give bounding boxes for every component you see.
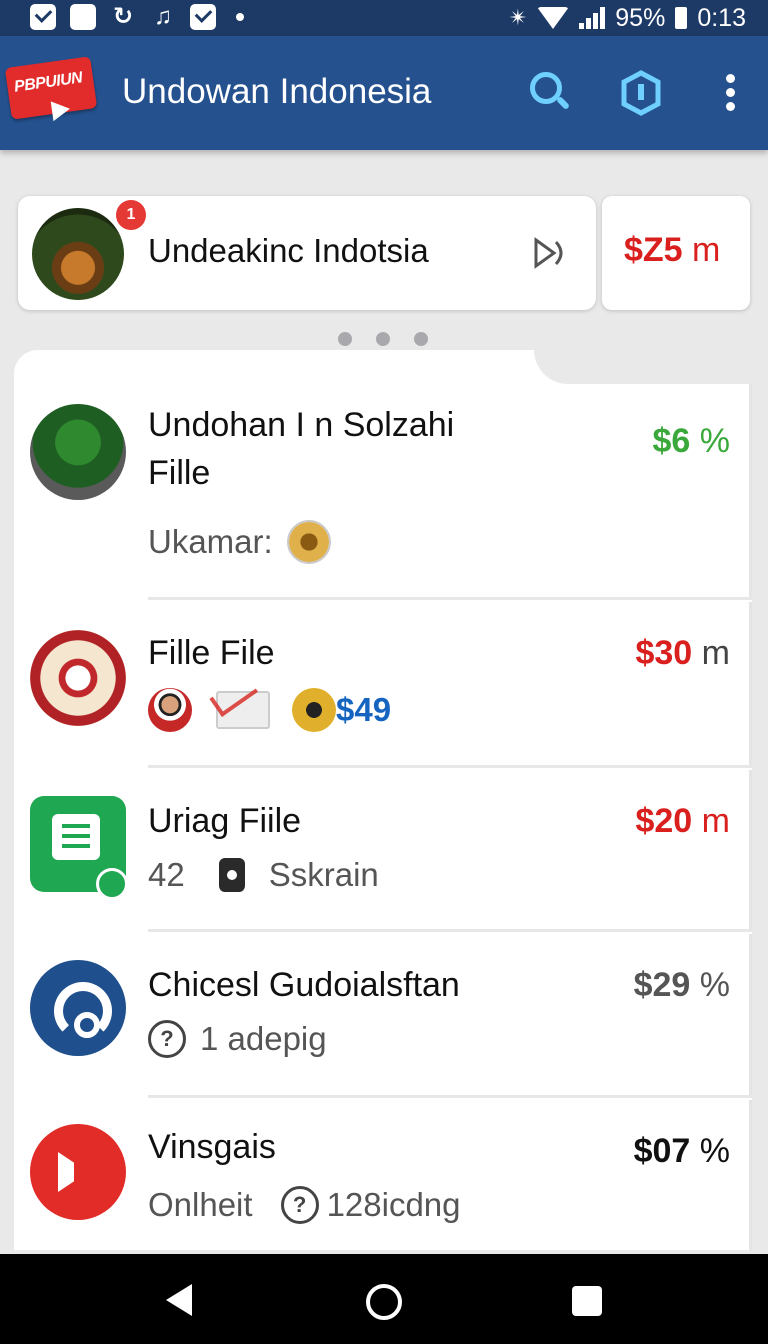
- navigation-bar: [0, 1254, 768, 1344]
- notification-badge: 1: [114, 198, 148, 232]
- list-item[interactable]: Fille File $49 $30 m: [14, 602, 752, 768]
- music-icon: ♫: [154, 3, 172, 30]
- bluetooth-icon: ✴: [508, 5, 528, 30]
- item-name: Undohan I n Solzahi: [148, 406, 455, 444]
- help-icon: ?: [280, 1186, 319, 1224]
- recents-icon[interactable]: [572, 1286, 602, 1316]
- item-subtitle-text: 1 adepig: [200, 1020, 327, 1057]
- app-title: Undowan Indonesia: [122, 72, 432, 111]
- shield-button[interactable]: [616, 66, 666, 120]
- palm-avatar: [30, 404, 126, 500]
- mail-icon: [216, 691, 270, 729]
- item-subtitle-text: Sskrain: [268, 856, 379, 893]
- crest-icon: [286, 520, 331, 564]
- item-subtitle-text: Ukamar:: [148, 523, 273, 560]
- help-icon: ?: [148, 1020, 186, 1058]
- person-icon: [148, 688, 192, 732]
- wifi-icon: [537, 7, 570, 29]
- status-bar: ↻ ♫ ✴ 95% 0:13: [0, 0, 768, 36]
- item-subtitle-prefix: Onlheit: [148, 1186, 253, 1223]
- pager-dot: [338, 332, 352, 346]
- item-amount: $07 %: [633, 1132, 730, 1170]
- featured-amount-card[interactable]: $Z5 m: [602, 196, 750, 310]
- item-amount: $29 %: [633, 966, 730, 1004]
- system-status: ✴ 95% 0:13: [509, 0, 746, 36]
- window-notification-icon: [70, 4, 96, 30]
- home-icon[interactable]: [366, 1284, 402, 1320]
- item-name: Uriag Fiile: [148, 802, 302, 840]
- verified-check-icon: [96, 868, 128, 900]
- featured-amount: $Z5 m: [624, 231, 721, 269]
- crest-icon: [292, 688, 336, 732]
- back-icon[interactable]: [166, 1284, 192, 1316]
- clock: 0:13: [697, 3, 746, 32]
- seal-avatar: [30, 630, 126, 726]
- carousel-pager: [338, 332, 428, 346]
- skip-icon[interactable]: [532, 236, 568, 270]
- item-subtitle: Ukamar:: [148, 520, 331, 564]
- featured-card[interactable]: 1 Undeakinc Indotsia: [18, 196, 596, 310]
- item-sub-amount: $49: [336, 691, 392, 728]
- pager-dot: [414, 332, 428, 346]
- list-item[interactable]: Chicesl Gudoialsftan ? 1 adepig $29 %: [14, 934, 752, 1098]
- checkbox-notification-icon: [190, 4, 216, 30]
- battery-percent: 95%: [615, 3, 666, 32]
- app-logo[interactable]: PBPUIUN: [4, 56, 98, 124]
- shield-icon: [621, 70, 661, 116]
- item-subtitle: Onlheit ? 128icdng: [148, 1186, 461, 1224]
- notification-icons: ↻ ♫: [30, 4, 244, 30]
- sync-icon: ↻: [112, 3, 134, 30]
- item-subtitle: $49: [148, 688, 391, 732]
- item-name-line2: Fille: [148, 454, 211, 492]
- pager-dot: [376, 332, 390, 346]
- list-item[interactable]: Uriag Fiile 42 Sskrain $20 m: [14, 770, 752, 932]
- featured-amount-unit: m: [692, 231, 721, 269]
- item-amount: $30 m: [635, 634, 730, 672]
- app-bar: PBPUIUN Undowan Indonesia: [0, 36, 768, 150]
- item-name: Vinsgais: [148, 1128, 276, 1166]
- headphones-avatar: [30, 960, 126, 1056]
- speaker-icon: [218, 858, 245, 892]
- search-button[interactable]: [524, 66, 574, 120]
- file-list: Undohan I n Solzahi Fille Ukamar: $6 % F…: [14, 350, 752, 1250]
- item-name: Fille File: [148, 634, 275, 672]
- list-item[interactable]: Undohan I n Solzahi Fille Ukamar: $6 %: [14, 384, 752, 600]
- play-avatar: [30, 1124, 126, 1220]
- checkbox-notification-icon: [30, 4, 56, 30]
- battery-icon: [675, 7, 688, 29]
- item-subtitle: ? 1 adepig: [148, 1020, 327, 1058]
- item-amount: $6 %: [652, 422, 730, 460]
- signal-icon: [579, 7, 606, 29]
- featured-avatar: [32, 208, 124, 300]
- list-item[interactable]: Vinsgais Onlheit ? 128icdng $07 %: [14, 1100, 752, 1250]
- item-name: Chicesl Gudoialsftan: [148, 966, 460, 1004]
- featured-title: Undeakinc Indotsia: [148, 232, 429, 269]
- item-subtitle: 42 Sskrain: [148, 856, 379, 894]
- item-amount: $20 m: [635, 802, 730, 840]
- item-subtitle-text: 128icdng: [326, 1186, 461, 1223]
- more-options-button[interactable]: [706, 66, 756, 120]
- dot-icon: [236, 13, 244, 21]
- item-sub-number: 42: [148, 856, 185, 893]
- chat-app-icon: [30, 796, 128, 900]
